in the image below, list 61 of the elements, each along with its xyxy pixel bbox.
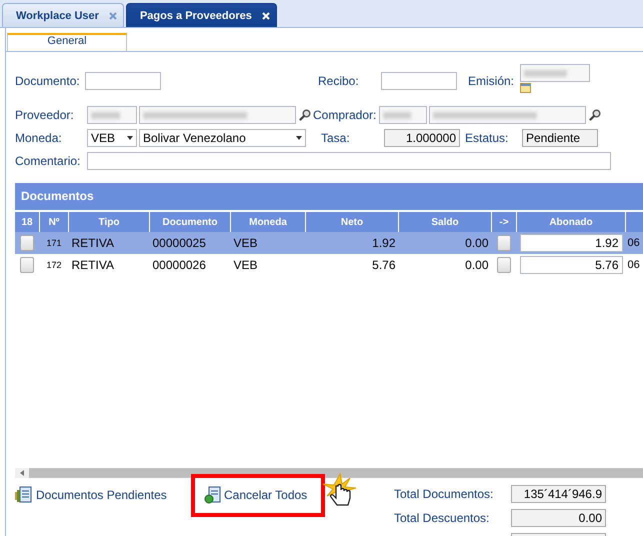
total-field[interactable]: 0.00 — [511, 509, 606, 527]
field-label: Comentario: — [15, 154, 82, 168]
field-label: Tasa: — [321, 131, 351, 145]
input-field[interactable] — [381, 72, 457, 90]
redacted-field[interactable] — [429, 106, 586, 124]
table-cell: 06 — [628, 259, 640, 271]
scroll-left-icon[interactable] — [15, 468, 29, 478]
table-cell: 06 — [628, 237, 640, 249]
window-tab[interactable]: Pagos a Proveedores — [126, 3, 277, 27]
input-field[interactable]: 1.000000 — [384, 129, 460, 147]
action-link[interactable]: Cancelar Todos — [204, 486, 308, 504]
caret-icon — [296, 136, 302, 140]
table-cell: 0.00 — [465, 236, 488, 250]
table-cell: 5.76 — [372, 258, 396, 272]
table-cell: RETIVA — [72, 258, 114, 272]
action-link[interactable]: Documentos Pendientes — [14, 486, 167, 504]
caret-icon — [127, 136, 133, 140]
field-label: Estatus: — [465, 131, 510, 145]
table-cell: 00000026 — [152, 258, 206, 272]
redacted-field[interactable] — [520, 64, 590, 82]
field-label: Emisión: — [468, 74, 516, 88]
redacted-field[interactable] — [139, 106, 296, 124]
table-cell: 00000025 — [152, 236, 206, 250]
checkbox[interactable] — [20, 257, 34, 273]
documents-icon — [14, 486, 34, 504]
grid-title: Documentos — [15, 183, 643, 210]
search-icon[interactable] — [299, 109, 311, 121]
table-cell: 172 — [46, 260, 62, 270]
field-label: Recibo: — [318, 74, 360, 88]
field-label: Comprador: — [313, 108, 378, 122]
total-field[interactable]: 135´414´946.9 — [511, 485, 606, 503]
table-cell: VEB — [234, 236, 258, 250]
checkbox[interactable] — [497, 235, 511, 251]
amount-field[interactable]: 1.92 — [520, 234, 622, 252]
input-field[interactable] — [85, 72, 161, 90]
redacted-field[interactable] — [87, 106, 137, 124]
scrollbar-thumb[interactable] — [29, 469, 643, 477]
field-label: Total Documentos: — [394, 487, 494, 501]
window-tab[interactable]: Workplace User — [2, 3, 124, 27]
amount-field[interactable]: 5.76 — [520, 256, 622, 274]
redacted-field[interactable] — [379, 106, 427, 124]
field-label: Proveedor: — [15, 108, 75, 122]
table-cell: 0.00 — [465, 258, 488, 272]
table-cell: VEB — [234, 258, 258, 272]
field-label: Documento: — [15, 74, 81, 88]
field-label: Total Descuentos: — [394, 511, 490, 525]
input-field[interactable]: Pendiente — [522, 129, 598, 147]
table-cell: 171 — [46, 238, 62, 248]
search-icon[interactable] — [589, 109, 601, 121]
input-field[interactable] — [87, 152, 611, 170]
table-cell: RETIVA — [72, 236, 114, 250]
dropdown[interactable]: Bolivar Venezolano — [139, 129, 306, 147]
field-label: Moneda: — [15, 131, 63, 145]
form-tab[interactable]: General — [7, 33, 127, 51]
table-row[interactable]: 172 RETIVA 00000026 VEB 5.76 0.00 5.76 06 — [15, 254, 643, 276]
table-cell: 1.92 — [372, 236, 396, 250]
checkbox[interactable] — [497, 257, 511, 273]
dropdown[interactable]: VEB — [87, 129, 137, 147]
calendar-icon[interactable] — [520, 83, 531, 93]
horizontal-scrollbar[interactable] — [15, 468, 643, 478]
checkbox[interactable] — [20, 235, 34, 251]
